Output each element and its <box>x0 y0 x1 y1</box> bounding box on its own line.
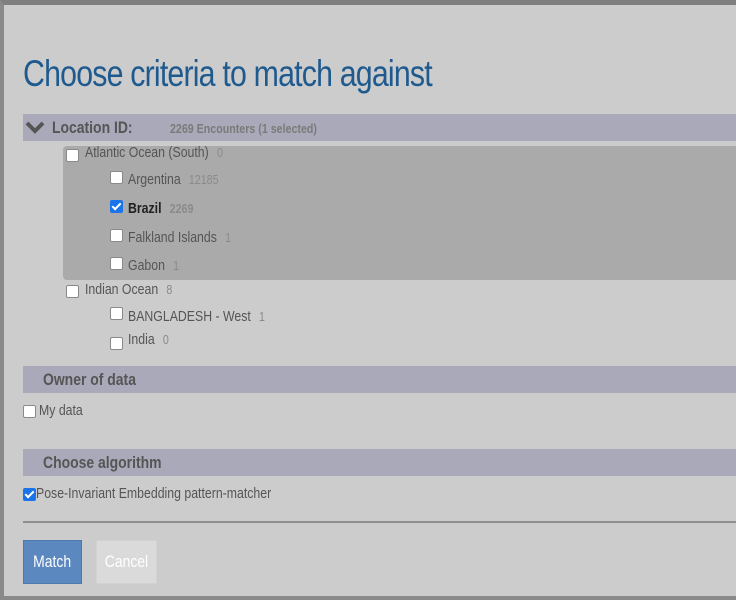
location-count: 1 <box>173 258 180 273</box>
location-label: Falkland Islands <box>128 229 217 246</box>
location-count: 1 <box>225 230 232 245</box>
location-label: Gabon <box>128 257 165 274</box>
checkbox-falkland[interactable] <box>110 229 123 242</box>
owner-section-header: Owner of data <box>23 366 736 393</box>
match-button-label: Match <box>33 552 72 571</box>
location-header-label: Location ID: <box>52 118 133 137</box>
checkbox-indian-ocean[interactable] <box>66 285 79 298</box>
location-label: BANGLADESH - West <box>128 308 251 325</box>
match-button[interactable]: Match <box>23 540 82 584</box>
checkbox-india[interactable] <box>110 337 123 350</box>
checkbox-atlantic[interactable] <box>66 149 79 162</box>
location-count: 1 <box>259 309 265 324</box>
location-label: Brazil <box>128 200 162 217</box>
location-summary: 2269 Encounters (1 selected) <box>170 121 317 136</box>
location-label: Indian Ocean <box>85 281 159 298</box>
dialog-title: Choose criteria to match against <box>23 53 433 94</box>
checkbox-pose-invariant[interactable] <box>23 488 36 501</box>
cancel-button[interactable]: Cancel <box>96 540 157 584</box>
owner-option-label: My data <box>39 402 83 419</box>
location-count: 8 <box>166 282 173 297</box>
divider <box>23 521 736 523</box>
chevron-down-icon[interactable] <box>25 118 45 136</box>
checkbox-my-data[interactable] <box>23 405 36 418</box>
cancel-button-label: Cancel <box>104 552 149 571</box>
owner-header-label: Owner of data <box>43 370 136 389</box>
algorithm-header-label: Choose algorithm <box>43 453 162 472</box>
location-label: Atlantic Ocean (South) <box>85 144 209 161</box>
location-label: Argentina <box>128 171 181 188</box>
location-count: 12185 <box>188 172 219 187</box>
algorithm-section-header: Choose algorithm <box>23 449 736 476</box>
algorithm-option-label: Pose-Invariant Embedding pattern-matcher <box>36 485 272 502</box>
checkbox-gabon[interactable] <box>110 257 123 270</box>
checkbox-argentina[interactable] <box>110 171 123 184</box>
location-count: 2269 <box>169 201 194 216</box>
location-label: India <box>128 331 155 348</box>
location-count: 0 <box>162 332 169 347</box>
location-count: 0 <box>216 145 223 160</box>
checkbox-brazil[interactable] <box>110 200 123 213</box>
checkbox-bangladesh[interactable] <box>110 307 123 320</box>
dialog: Choose criteria to match against Locatio… <box>0 0 736 600</box>
location-section-header[interactable]: Location ID: 2269 Encounters (1 selected… <box>23 114 736 141</box>
